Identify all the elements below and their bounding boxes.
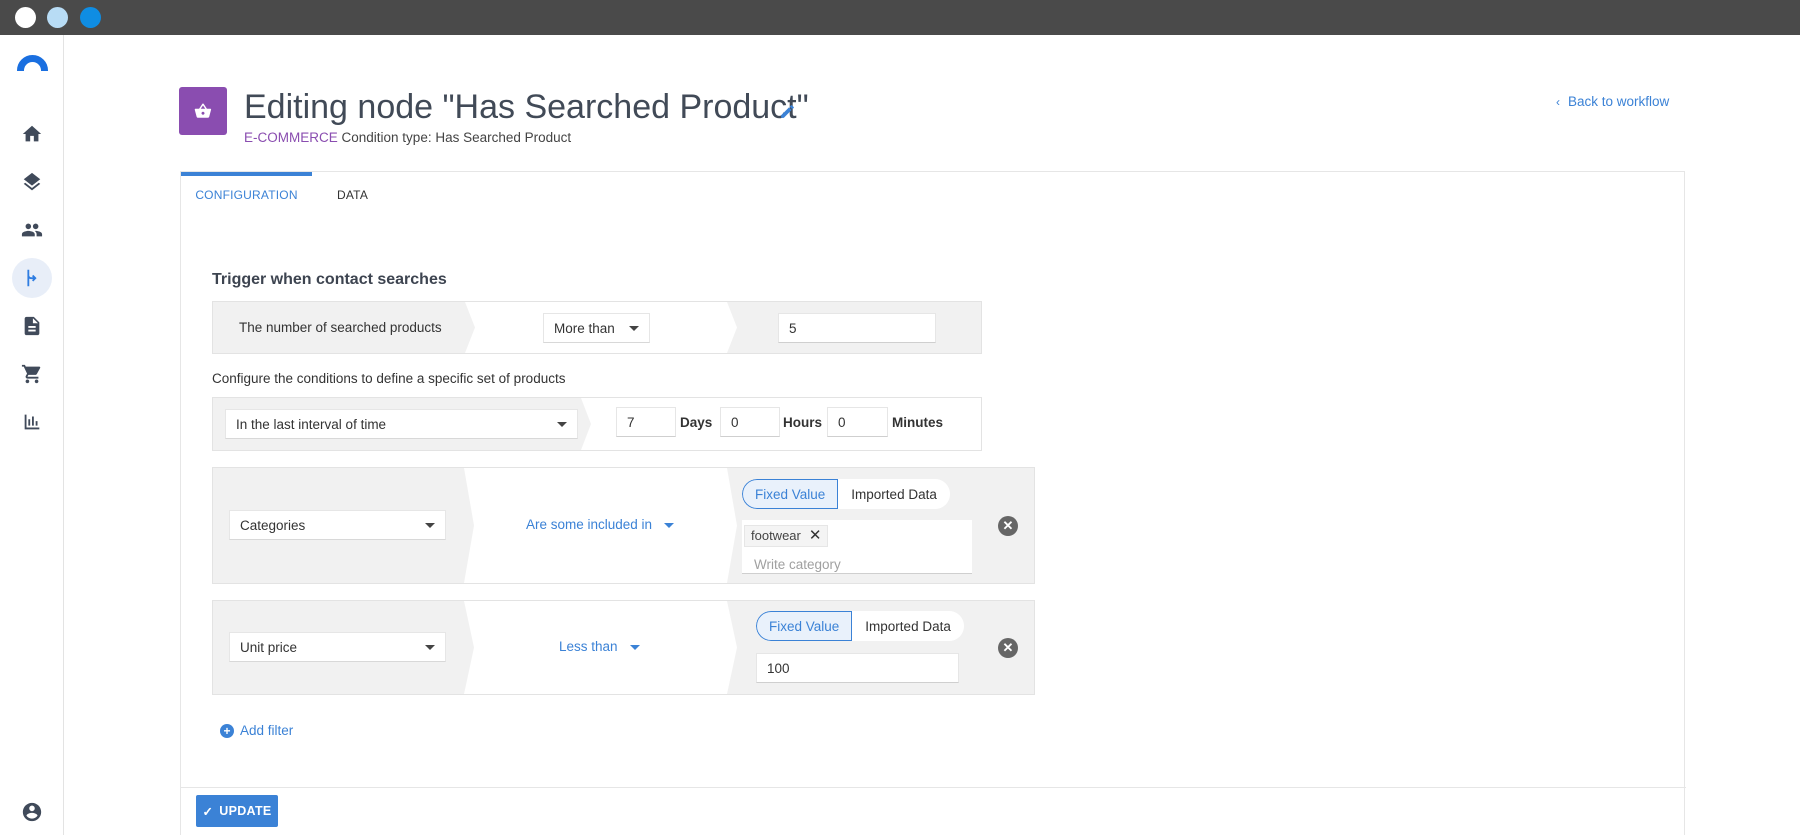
contacts-icon[interactable] [12, 210, 52, 250]
category-tag: footwear ✕ [744, 525, 829, 547]
trigger-count-input[interactable]: 5 [778, 313, 936, 343]
minutes-label: Minutes [892, 415, 944, 430]
node-badge [179, 87, 227, 135]
chevron-down-icon [664, 522, 675, 528]
plus-circle-icon: + [220, 723, 234, 738]
home-icon[interactable] [12, 114, 52, 154]
remove-tag-icon[interactable]: ✕ [809, 528, 822, 546]
chevron-down-icon [557, 422, 567, 427]
days-label: Days [680, 415, 713, 430]
sidebar [0, 35, 64, 835]
filter-operator-select[interactable]: Are some included in [526, 517, 675, 532]
logo-icon[interactable] [17, 55, 48, 71]
edit-pencil-icon[interactable] [779, 103, 796, 120]
cart-icon[interactable] [12, 354, 52, 394]
filter-field-select[interactable]: Unit price [229, 632, 446, 662]
filter-operator-value: Are some included in [526, 517, 653, 532]
tab-data[interactable]: DATA [337, 172, 368, 212]
fixed-value-toggle[interactable]: Fixed Value [756, 611, 853, 641]
imported-data-toggle[interactable]: Imported Data [838, 479, 950, 509]
node-subtitle: E-COMMERCE Condition type: Has Searched … [244, 130, 571, 145]
add-filter-button[interactable]: + Add filter [220, 723, 293, 738]
filter-field-value: Categories [240, 518, 306, 533]
trigger-row: The number of searched products More tha… [212, 301, 982, 354]
chart-icon[interactable] [12, 402, 52, 442]
interval-select-value: In the last interval of time [236, 417, 387, 432]
window-maximize-button[interactable] [80, 7, 101, 28]
chevron-down-icon [629, 326, 639, 331]
minutes-input[interactable]: 0 [827, 407, 888, 437]
update-label: UPDATE [219, 804, 272, 818]
searched-products-label: The number of searched products [239, 320, 442, 335]
add-filter-label: Add filter [240, 723, 294, 738]
remove-filter-icon[interactable]: ✕ [998, 516, 1018, 536]
trigger-section-title: Trigger when contact searches [212, 271, 447, 288]
workflow-icon[interactable] [12, 258, 52, 298]
trigger-operator-select[interactable]: More than [543, 313, 650, 343]
condition-type-label: Condition type: Has Searched Product [341, 130, 572, 145]
category-placeholder: Write category [754, 557, 841, 572]
layers-icon[interactable] [12, 162, 52, 202]
filter-field-value: Unit price [240, 640, 298, 655]
unit-price-input[interactable]: 100 [756, 653, 959, 683]
window-close-button[interactable] [15, 7, 36, 28]
fixed-value-toggle[interactable]: Fixed Value [742, 479, 839, 509]
days-input[interactable]: 7 [616, 407, 676, 437]
value-source-toggle: Fixed Value Imported Data [756, 611, 964, 641]
filter-operator-value: Less than [559, 639, 618, 654]
hours-input[interactable]: 0 [720, 407, 780, 437]
window-minimize-button[interactable] [47, 7, 68, 28]
page-title: Editing node "Has Searched Product" [244, 88, 809, 126]
interval-row: In the last interval of time 7 Days 0 Ho… [212, 397, 982, 451]
chevron-down-icon [425, 645, 435, 650]
conditions-description: Configure the conditions to define a spe… [212, 371, 566, 386]
tab-configuration[interactable]: CONFIGURATION [181, 172, 312, 212]
category-label: E-COMMERCE [244, 130, 338, 145]
document-icon[interactable] [12, 306, 52, 346]
check-icon: ✓ [202, 804, 214, 819]
back-to-workflow-label: Back to workflow [1568, 94, 1670, 109]
filter-row: Unit price Less than Fixed Value Importe… [212, 600, 1035, 695]
basket-icon [194, 103, 212, 118]
chevron-left-icon: ‹ [1556, 94, 1560, 109]
hours-label: Hours [783, 415, 823, 430]
imported-data-toggle[interactable]: Imported Data [852, 611, 964, 641]
category-tag-label: footwear [751, 528, 801, 543]
window-titlebar [0, 0, 1800, 35]
chevron-down-icon [425, 523, 435, 528]
filter-row: Categories Are some included in Fixed Va… [212, 467, 1035, 584]
footer-divider [181, 787, 1686, 788]
filter-operator-select[interactable]: Less than [559, 639, 640, 654]
category-tag-input[interactable]: footwear ✕ Write category [742, 520, 972, 574]
update-button[interactable]: ✓ UPDATE [196, 795, 278, 827]
chevron-down-icon [629, 644, 640, 650]
interval-select[interactable]: In the last interval of time [225, 409, 578, 439]
user-icon[interactable] [21, 801, 43, 823]
value-source-toggle: Fixed Value Imported Data [742, 479, 950, 509]
filter-field-select[interactable]: Categories [229, 510, 446, 540]
remove-filter-icon[interactable]: ✕ [998, 638, 1018, 658]
back-to-workflow-link[interactable]: ‹ Back to workflow [1556, 94, 1669, 109]
trigger-operator-value: More than [554, 321, 615, 336]
